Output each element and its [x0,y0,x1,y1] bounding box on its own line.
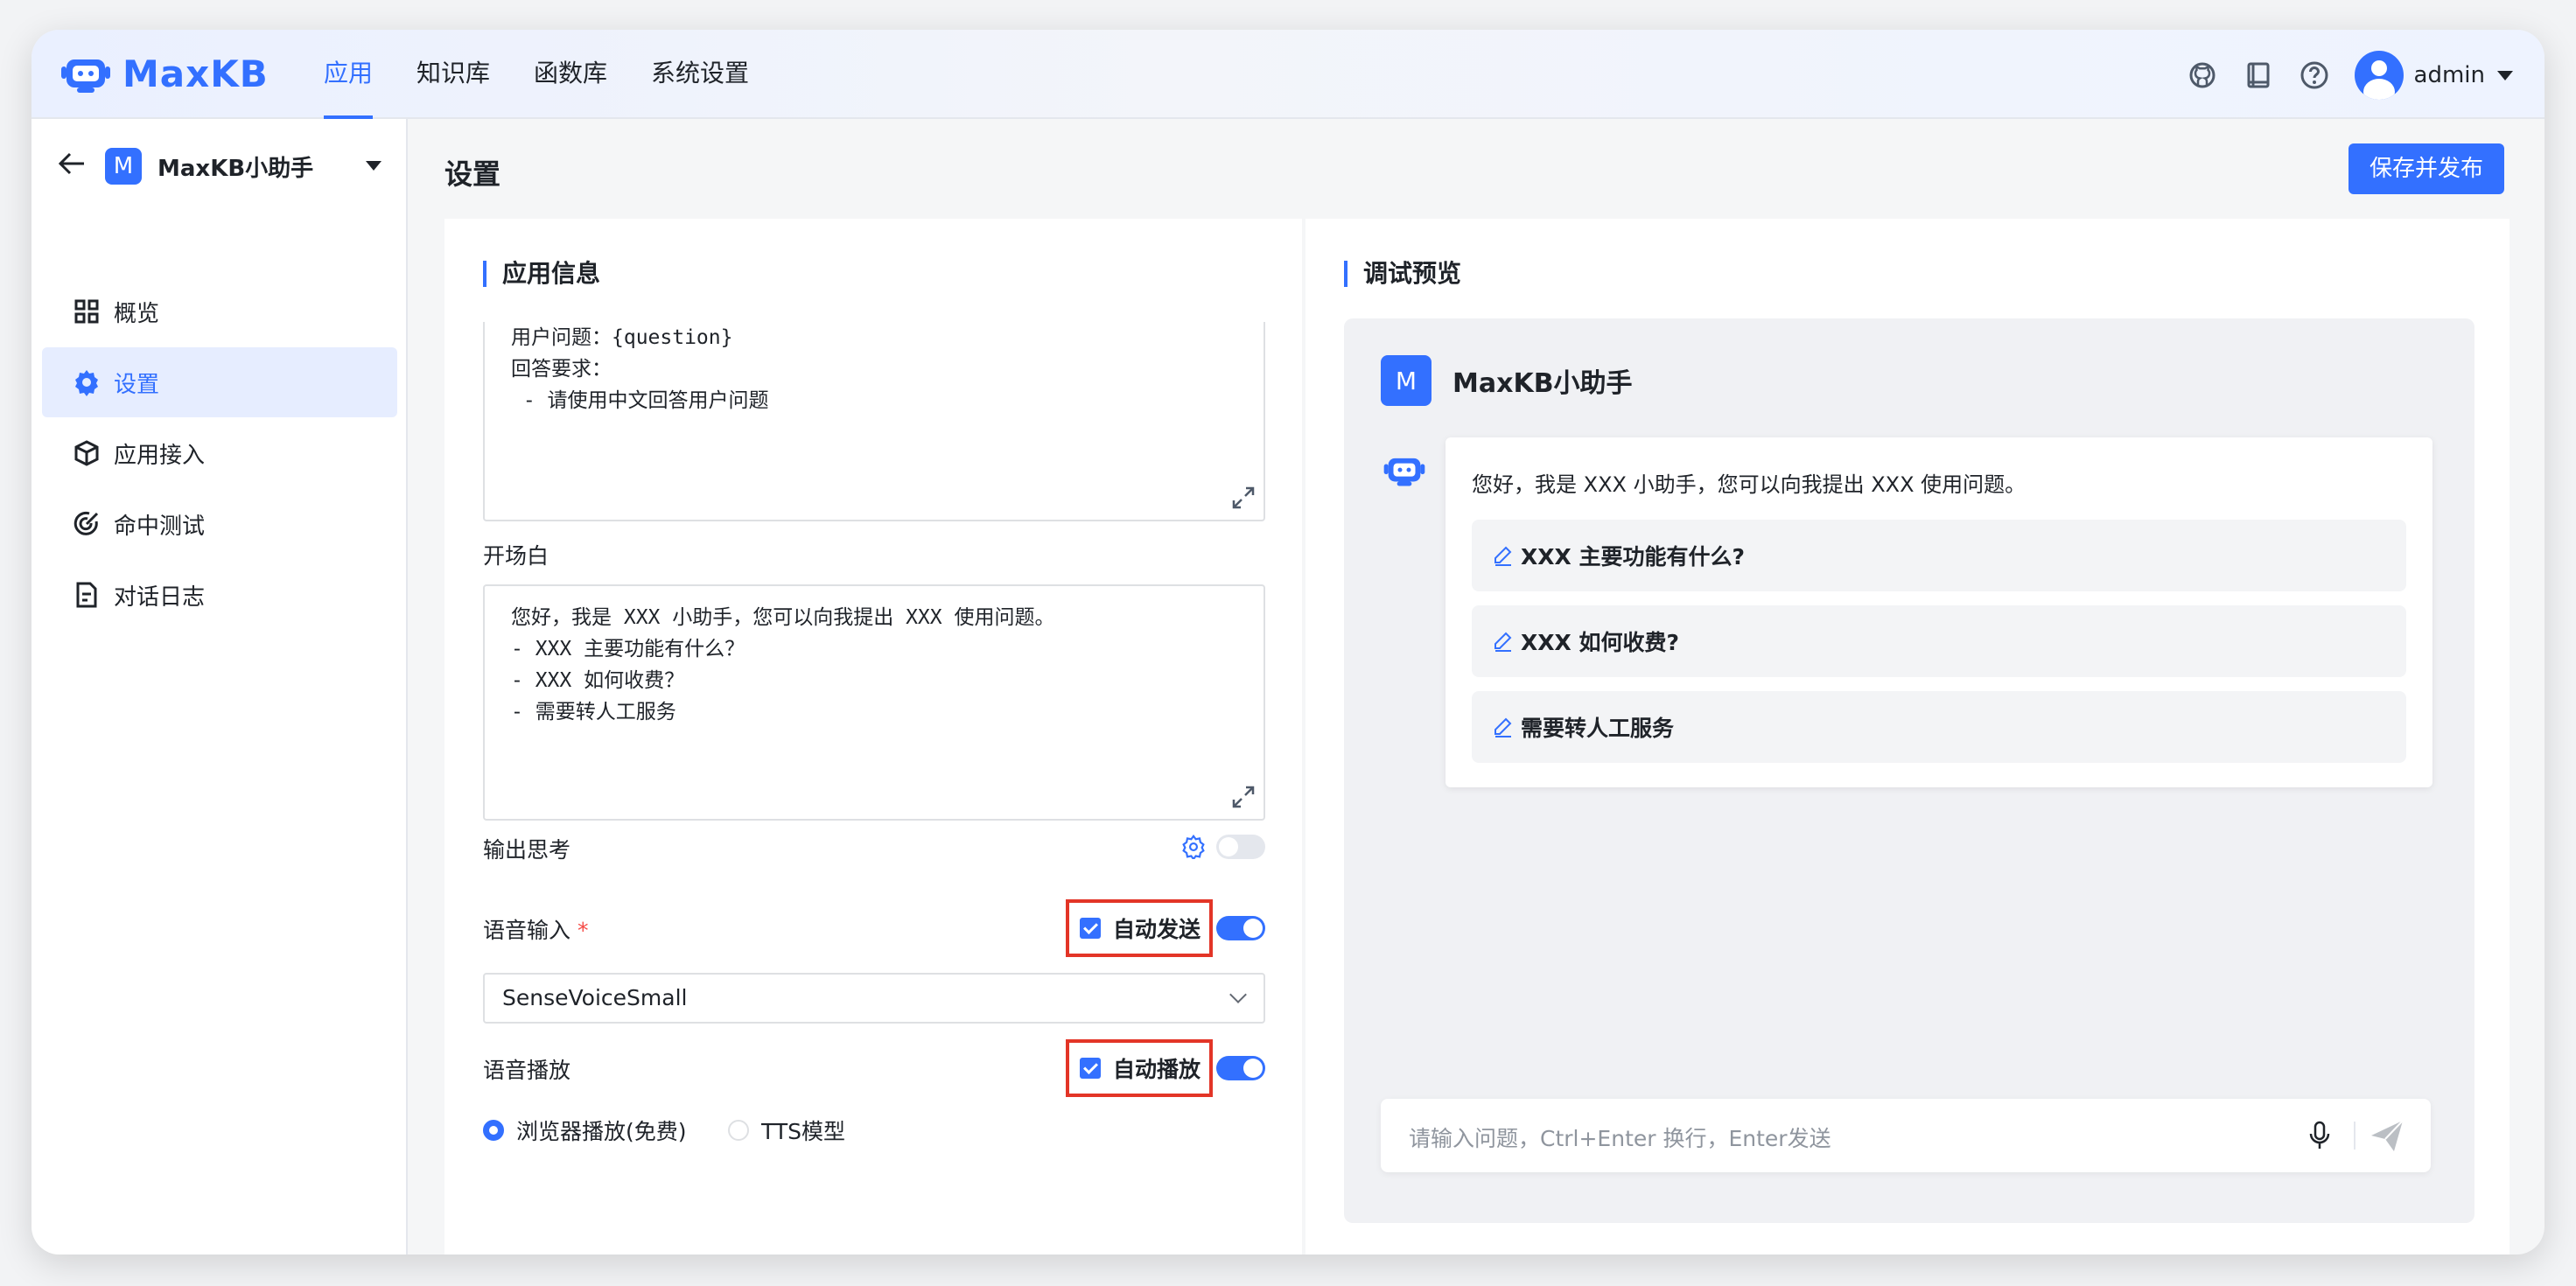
input-divider [2354,1122,2356,1150]
stt-model-select[interactable]: SenseVoiceSmall [483,973,1265,1024]
chat-input-placeholder: 请输入问题，Ctrl+Enter 换行，Enter发送 [1409,1126,1831,1151]
greeting-text: 您好，我是 XXX 小助手，您可以向我提出 XXX 使用问题。 [1472,472,2026,497]
sidebar-item-overview[interactable]: 概览 [42,276,397,346]
book-icon[interactable] [2241,58,2276,93]
voice-play-toggle[interactable] [1216,1056,1265,1080]
sidebar-item-label: 应用接入 [114,442,206,469]
nav-app[interactable]: 应用 [324,30,374,119]
app-badge: M [105,148,142,185]
voice-input-label-text: 语音输入 [483,918,571,943]
radio-selected-icon [483,1120,504,1141]
send-icon[interactable] [2368,1116,2406,1155]
chat-preview: M MaxKB小助手 您好，我是 XXX 小助手，您可以向我提出 XXX 使用问… [1344,318,2474,1223]
prompt-textarea[interactable]: 用户问题：{question} 回答要求： - 请使用中文回答用户问题 [483,322,1265,521]
sidebar-item-label: 对话日志 [114,584,206,611]
top-header: MaxKB 应用 知识库 函数库 系统设置 admin [32,30,2544,119]
question-text: 需要转人工服务 [1521,716,1675,741]
target-icon [72,509,102,539]
top-nav: 应用 知识库 函数库 系统设置 [324,30,793,119]
debug-preview-panel: 调试预览 M MaxKB小助手 您好，我是 XXX 小助手，您可以向我提出 XX… [1306,219,2510,1255]
grid-icon [72,297,102,326]
page-title: 设置 [444,157,501,191]
edit-pen-icon [1493,716,1514,737]
auto-send-label: 自动发送 [1113,917,1201,942]
opening-text[interactable]: 您好，我是 XXX 小助手，您可以向我提出 XXX 使用问题。 - XXX 主要… [485,586,1264,744]
sidebar-menu: 概览 设置 应用接入 命中测试 对话日志 [42,276,397,631]
suggested-question[interactable]: XXX 主要功能有什么? [1472,520,2406,591]
question-text: XXX 如何收费? [1521,630,1680,655]
gear-icon [72,367,102,397]
github-icon[interactable] [2185,58,2220,93]
voice-play-label: 语音播放 [483,1058,571,1083]
edit-pen-icon [1493,631,1514,652]
thinking-toggle[interactable] [1216,835,1265,859]
app-info-panel: 应用信息 用户问题：{question} 回答要求： - 请使用中文回答用户问题… [444,219,1302,1255]
save-publish-button[interactable]: 保存并发布 [2348,143,2504,194]
chat-app-name: MaxKB小助手 [1452,368,1633,399]
app-window: MaxKB 应用 知识库 函数库 系统设置 admin M MaxKB小助手 概… [32,30,2544,1255]
nav-knowledge[interactable]: 知识库 [416,30,490,119]
voice-input-toggle[interactable] [1216,916,1265,940]
sidebar-item-label: 命中测试 [114,513,206,540]
nav-system-settings[interactable]: 系统设置 [651,30,749,119]
app-name: MaxKB小助手 [158,155,314,182]
cube-icon [72,438,102,468]
sidebar-item-chat-log[interactable]: 对话日志 [42,560,397,630]
radio-label: TTS模型 [761,1119,845,1144]
stt-model-value: SenseVoiceSmall [502,985,688,1010]
sidebar-item-label: 设置 [114,371,160,398]
auto-send-checkbox[interactable]: 自动发送 [1066,899,1213,957]
bot-message: 您好，我是 XXX 小助手，您可以向我提出 XXX 使用问题。 XXX 主要功能… [1446,437,2432,787]
section-title-app-info: 应用信息 [483,261,600,287]
help-icon[interactable] [2297,58,2332,93]
microphone-icon[interactable] [2306,1120,2333,1151]
chevron-down-icon [1229,986,1247,1003]
header-actions: admin [2164,51,2513,100]
document-icon [72,580,102,610]
sidebar: M MaxKB小助手 概览 设置 应用接入 命中测试 对话日志 [32,119,408,1255]
back-arrow-icon[interactable] [58,151,86,181]
logo[interactable]: MaxKB [60,52,269,95]
opening-textarea[interactable]: 您好，我是 XXX 小助手，您可以向我提出 XXX 使用问题。 - XXX 主要… [483,584,1265,821]
edit-pen-icon [1493,545,1514,566]
chat-header: M MaxKB小助手 [1381,355,1633,406]
user-name[interactable]: admin [2414,62,2485,88]
user-avatar[interactable] [2354,51,2404,100]
sidebar-item-hit-test[interactable]: 命中测试 [42,489,397,559]
auto-play-label: 自动播放 [1113,1057,1201,1082]
thinking-settings-gear-icon[interactable] [1181,834,1206,861]
bot-avatar-icon [1382,453,1426,488]
sidebar-item-settings[interactable]: 设置 [42,347,397,417]
radio-tts-model[interactable]: TTS模型 [728,1115,845,1146]
auto-play-checkbox[interactable]: 自动播放 [1066,1039,1213,1097]
chat-input[interactable]: 请输入问题，Ctrl+Enter 换行，Enter发送 [1381,1099,2431,1172]
checkbox-checked-icon [1080,1058,1101,1079]
question-text: XXX 主要功能有什么? [1521,544,1746,570]
main-content: 设置 保存并发布 应用信息 用户问题：{question} 回答要求： - 请使… [410,119,2544,1255]
logo-text: MaxKB [122,52,269,95]
voice-input-label: 语音输入 * [483,913,588,945]
radio-browser-play[interactable]: 浏览器播放(免费) [483,1115,687,1146]
expand-icon[interactable] [1230,485,1256,511]
app-switcher[interactable]: M MaxKB小助手 [58,142,390,191]
required-mark: * [577,918,589,943]
sidebar-item-app-access[interactable]: 应用接入 [42,418,397,488]
suggested-question[interactable]: 需要转人工服务 [1472,691,2406,763]
section-title-debug-preview: 调试预览 [1344,261,1461,287]
radio-label: 浏览器播放(免费) [516,1119,687,1144]
sidebar-item-label: 概览 [114,300,160,327]
checkbox-checked-icon [1080,918,1101,939]
opening-label: 开场白 [483,543,550,569]
suggested-question[interactable]: XXX 如何收费? [1472,605,2406,677]
thinking-label: 输出思考 [483,837,571,863]
radio-unselected-icon [728,1120,749,1141]
expand-icon[interactable] [1230,784,1256,810]
prompt-text[interactable]: 用户问题：{question} 回答要求： - 请使用中文回答用户问题 [485,322,1264,432]
app-dropdown-caret-icon[interactable] [366,161,382,171]
robot-logo-icon [60,54,112,94]
chat-app-badge: M [1381,355,1432,406]
nav-functions[interactable]: 函数库 [534,30,607,119]
user-menu-caret-icon[interactable] [2497,70,2513,80]
